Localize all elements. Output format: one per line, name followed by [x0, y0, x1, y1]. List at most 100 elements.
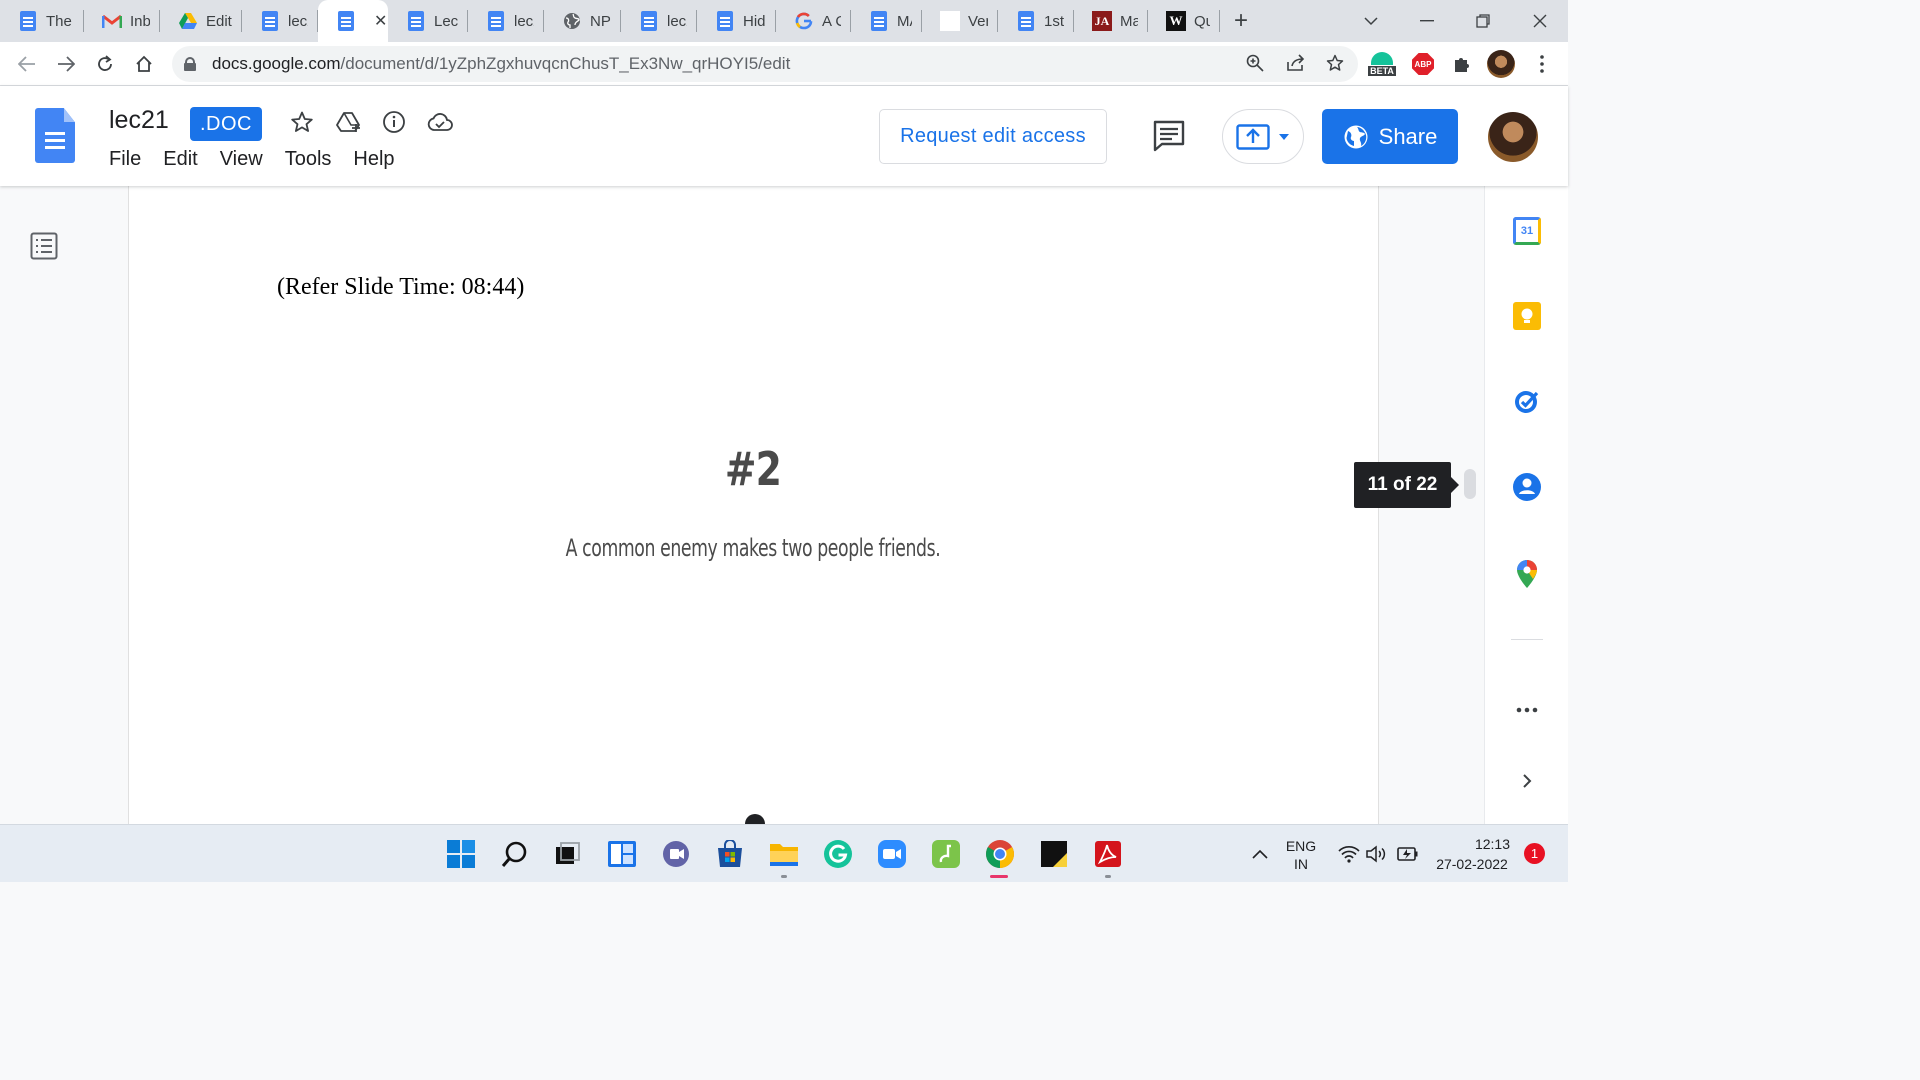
browser-tab[interactable]: Edits — [160, 0, 242, 42]
browser-tab[interactable]: lec2 — [468, 0, 544, 42]
browser-tab[interactable]: Hidd — [697, 0, 776, 42]
document-outline-icon[interactable] — [30, 232, 60, 262]
restore-icon[interactable] — [1455, 0, 1511, 42]
home-icon[interactable] — [130, 50, 158, 78]
scrollbar-thumb[interactable] — [1464, 469, 1476, 499]
microsoft-store-icon[interactable] — [715, 839, 745, 869]
windows-start-icon[interactable] — [446, 839, 476, 869]
clock[interactable]: 12:13 27-02-2022 — [1424, 835, 1520, 873]
tab-list: The Inbo Edits lec2 l✕ Lec2 lec2 NPT lec2 Hidd A C… — [0, 0, 1220, 42]
docs-icon — [406, 11, 426, 31]
show-hidden-icons-chevron-icon[interactable] — [1245, 839, 1275, 869]
move-to-drive-icon[interactable] — [335, 108, 363, 136]
request-edit-access-button[interactable]: Request edit access — [879, 109, 1107, 164]
present-button[interactable] — [1222, 109, 1304, 164]
lock-icon[interactable] — [184, 57, 196, 71]
share-button[interactable]: Share — [1322, 109, 1458, 164]
maps-icon[interactable] — [1512, 559, 1542, 589]
browser-tab[interactable]: lec2 — [621, 0, 697, 42]
extensions-puzzle-icon[interactable] — [1448, 50, 1476, 78]
tab-search-icon[interactable] — [1343, 0, 1399, 42]
tab-strip: The Inbo Edits lec2 l✕ Lec2 lec2 NPT lec2 Hidd A C… — [0, 0, 1568, 42]
keep-icon[interactable] — [1512, 301, 1542, 331]
tab-title: lec2 — [288, 12, 308, 30]
tab-title: Edits — [206, 12, 232, 30]
input-language[interactable]: ENG IN — [1280, 837, 1322, 873]
browser-tab[interactable]: The — [0, 0, 84, 42]
menu-tools[interactable]: Tools — [285, 148, 332, 171]
region-code: IN — [1294, 856, 1308, 872]
notification-badge[interactable]: 1 — [1524, 843, 1545, 864]
share-label: Share — [1378, 123, 1438, 149]
browser-tab[interactable]: MAI — [851, 0, 922, 42]
browser-tab[interactable]: 1st I — [998, 0, 1074, 42]
chevron-down-icon[interactable] — [1278, 133, 1290, 141]
zoom-icon[interactable] — [1246, 54, 1264, 77]
battery-charging-icon[interactable] — [1392, 839, 1422, 869]
grammarly-beta-extension-icon[interactable]: BETA — [1368, 50, 1396, 78]
browser-tab[interactable]: Lec2 — [388, 0, 468, 42]
browser-tab[interactable]: W Quiz — [1148, 0, 1220, 42]
close-window-icon[interactable] — [1512, 0, 1568, 42]
tasks-icon[interactable] — [1512, 386, 1542, 416]
browser-tab[interactable]: lec2 — [242, 0, 318, 42]
slide-quote: A common enemy makes two people friends. — [565, 534, 941, 562]
wifi-icon[interactable] — [1334, 839, 1364, 869]
expand-panel-chevron-icon[interactable] — [1512, 766, 1542, 796]
gmail-icon — [102, 11, 122, 31]
browser-tab[interactable]: Vent — [922, 0, 998, 42]
back-icon[interactable] — [13, 50, 41, 78]
menu-edit[interactable]: Edit — [163, 148, 197, 171]
star-icon[interactable] — [288, 108, 316, 136]
profile-avatar[interactable] — [1487, 50, 1515, 78]
zoom-app-icon[interactable] — [877, 839, 907, 869]
menu-file[interactable]: File — [109, 148, 141, 171]
chrome-icon[interactable] — [985, 839, 1015, 869]
browser-tab[interactable]: NPT — [544, 0, 621, 42]
browser-tab[interactable]: Inbo — [84, 0, 160, 42]
contacts-icon[interactable] — [1512, 472, 1542, 502]
search-icon[interactable] — [500, 839, 530, 869]
account-avatar[interactable] — [1488, 112, 1538, 162]
teams-chat-icon[interactable] — [661, 839, 691, 869]
notes-app-icon[interactable] — [931, 839, 961, 869]
browser-toolbar: docs.google.com/document/d/1yZphZgxhuvqc… — [0, 42, 1568, 86]
tab-title: Lec2 — [434, 12, 458, 30]
minimize-icon[interactable] — [1399, 0, 1455, 42]
calendar-icon[interactable]: 31 — [1512, 216, 1542, 246]
reload-icon[interactable] — [91, 50, 119, 78]
language-code: ENG — [1285, 838, 1317, 854]
docs-logo-icon[interactable] — [35, 108, 75, 163]
document-details-icon[interactable] — [380, 108, 408, 136]
more-addons-icon[interactable] — [1512, 695, 1542, 725]
sticky-notes-icon[interactable] — [1039, 839, 1069, 869]
acrobat-icon[interactable] — [1093, 839, 1123, 869]
new-tab-button[interactable]: + — [1220, 0, 1262, 42]
browser-tab[interactable]: JA Mar — [1074, 0, 1148, 42]
browser-tab[interactable]: A Co — [776, 0, 851, 42]
side-panel: 31 — [1484, 186, 1568, 824]
address-bar[interactable]: docs.google.com/document/d/1yZphZgxhuvqc… — [172, 46, 1358, 82]
file-explorer-icon[interactable] — [769, 839, 799, 869]
menu-help[interactable]: Help — [353, 148, 394, 171]
volume-icon[interactable] — [1362, 839, 1392, 869]
refer-slide-time: (Refer Slide Time: 08:44) — [277, 274, 525, 300]
share-page-icon[interactable] — [1286, 54, 1306, 77]
adblock-plus-icon[interactable]: ABP — [1409, 50, 1437, 78]
menu-view[interactable]: View — [220, 148, 263, 171]
task-view-icon[interactable] — [553, 839, 583, 869]
comment-history-icon[interactable] — [1152, 119, 1190, 155]
browser-menu-icon[interactable] — [1528, 50, 1556, 78]
tab-title: Inbo — [130, 12, 150, 30]
widgets-icon[interactable] — [607, 839, 637, 869]
blank-icon — [940, 11, 960, 31]
cloud-saved-icon[interactable] — [426, 108, 454, 136]
close-tab-icon[interactable]: ✕ — [374, 11, 387, 31]
grammarly-icon[interactable] — [823, 839, 853, 869]
forward-icon[interactable] — [52, 50, 80, 78]
browser-tab[interactable]: l✕ — [318, 0, 388, 42]
document-title[interactable]: lec21 — [109, 106, 169, 135]
slide-image: #2 A common enemy makes two people frien… — [277, 316, 1229, 656]
document-page[interactable]: (Refer Slide Time: 08:44) #2 A common en… — [128, 186, 1379, 824]
bookmark-star-icon[interactable] — [1326, 54, 1344, 77]
